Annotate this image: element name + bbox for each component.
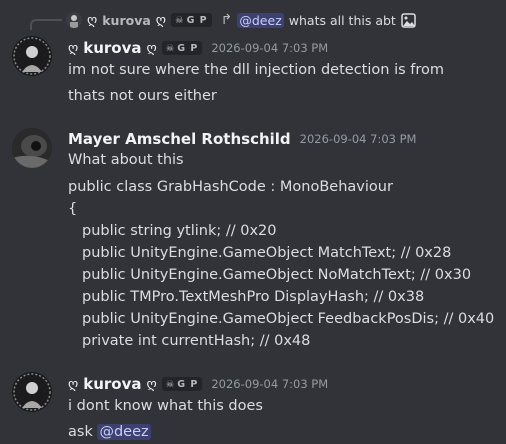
- timestamp[interactable]: 2026-09-04 7:03 PM: [211, 41, 328, 55]
- guild-tag-badge[interactable]: ☠ G P: [161, 41, 203, 55]
- guild-tag-text: G P: [177, 42, 199, 54]
- reply-text[interactable]: whats all this abt: [289, 13, 396, 28]
- code-line: public UnityEngine.GameObject FeedbackPo…: [82, 311, 495, 327]
- message-line: thats not ours either: [68, 88, 217, 104]
- message-line: i dont know what this does: [68, 398, 263, 414]
- reply-arrow-icon: ↱: [220, 12, 233, 28]
- code-line: private int currentHash; // 0x48: [82, 333, 311, 349]
- reply-spine: [30, 19, 62, 30]
- author-name[interactable]: kurova: [83, 375, 141, 393]
- reply-mention[interactable]: @deez: [237, 12, 284, 28]
- avatar[interactable]: [12, 128, 52, 168]
- heart-icon: ღ: [146, 40, 157, 56]
- code-line: public TMPro.TextMeshPro DisplayHash; //…: [82, 289, 425, 305]
- heart-icon: ღ: [146, 376, 157, 392]
- heart-icon: ღ: [155, 12, 167, 28]
- avatar[interactable]: [12, 36, 52, 76]
- code-line: public class GrabHashCode : MonoBehaviou…: [68, 179, 393, 195]
- author-name[interactable]: Mayer Amschel Rothschild: [68, 130, 291, 148]
- code-line: public UnityEngine.GameObject NoMatchTex…: [82, 267, 472, 283]
- reply-avatar[interactable]: [66, 12, 82, 28]
- heart-icon: ღ: [87, 12, 98, 28]
- timestamp[interactable]: 2026-09-04 7:03 PM: [211, 377, 328, 391]
- heart-icon: ღ: [68, 376, 79, 392]
- skull-icon: ☠: [165, 42, 176, 54]
- message-line: What about this: [68, 152, 184, 168]
- guild-tag-badge[interactable]: ☠ G P: [171, 13, 212, 27]
- code-line: public UnityEngine.GameObject MatchText;…: [82, 245, 452, 261]
- skull-icon: ☠: [165, 378, 176, 390]
- code-line: public string ytlink; // 0x20: [82, 223, 277, 239]
- timestamp[interactable]: 2026-09-04 7:03 PM: [300, 132, 417, 146]
- author-name[interactable]: kurova: [83, 39, 141, 57]
- guild-tag-text: G P: [186, 14, 208, 26]
- user-mention[interactable]: @deez: [97, 424, 151, 440]
- skull-icon: ☠: [175, 14, 185, 26]
- image-icon: [401, 12, 416, 28]
- message-line: ask @deez: [68, 421, 151, 443]
- heart-icon: ღ: [68, 40, 79, 56]
- message-line: im not sure where the dll injection dete…: [68, 62, 445, 78]
- reply-author[interactable]: kurova: [102, 13, 151, 28]
- avatar[interactable]: [12, 372, 52, 412]
- code-line: {: [68, 201, 78, 217]
- guild-tag-badge[interactable]: ☠ G P: [161, 377, 203, 391]
- guild-tag-text: G P: [177, 378, 199, 390]
- reply-reference[interactable]: ღ kurova ღ ☠ G P ↱ @deez whats all this a…: [0, 10, 506, 30]
- message-text: ask: [68, 424, 93, 440]
